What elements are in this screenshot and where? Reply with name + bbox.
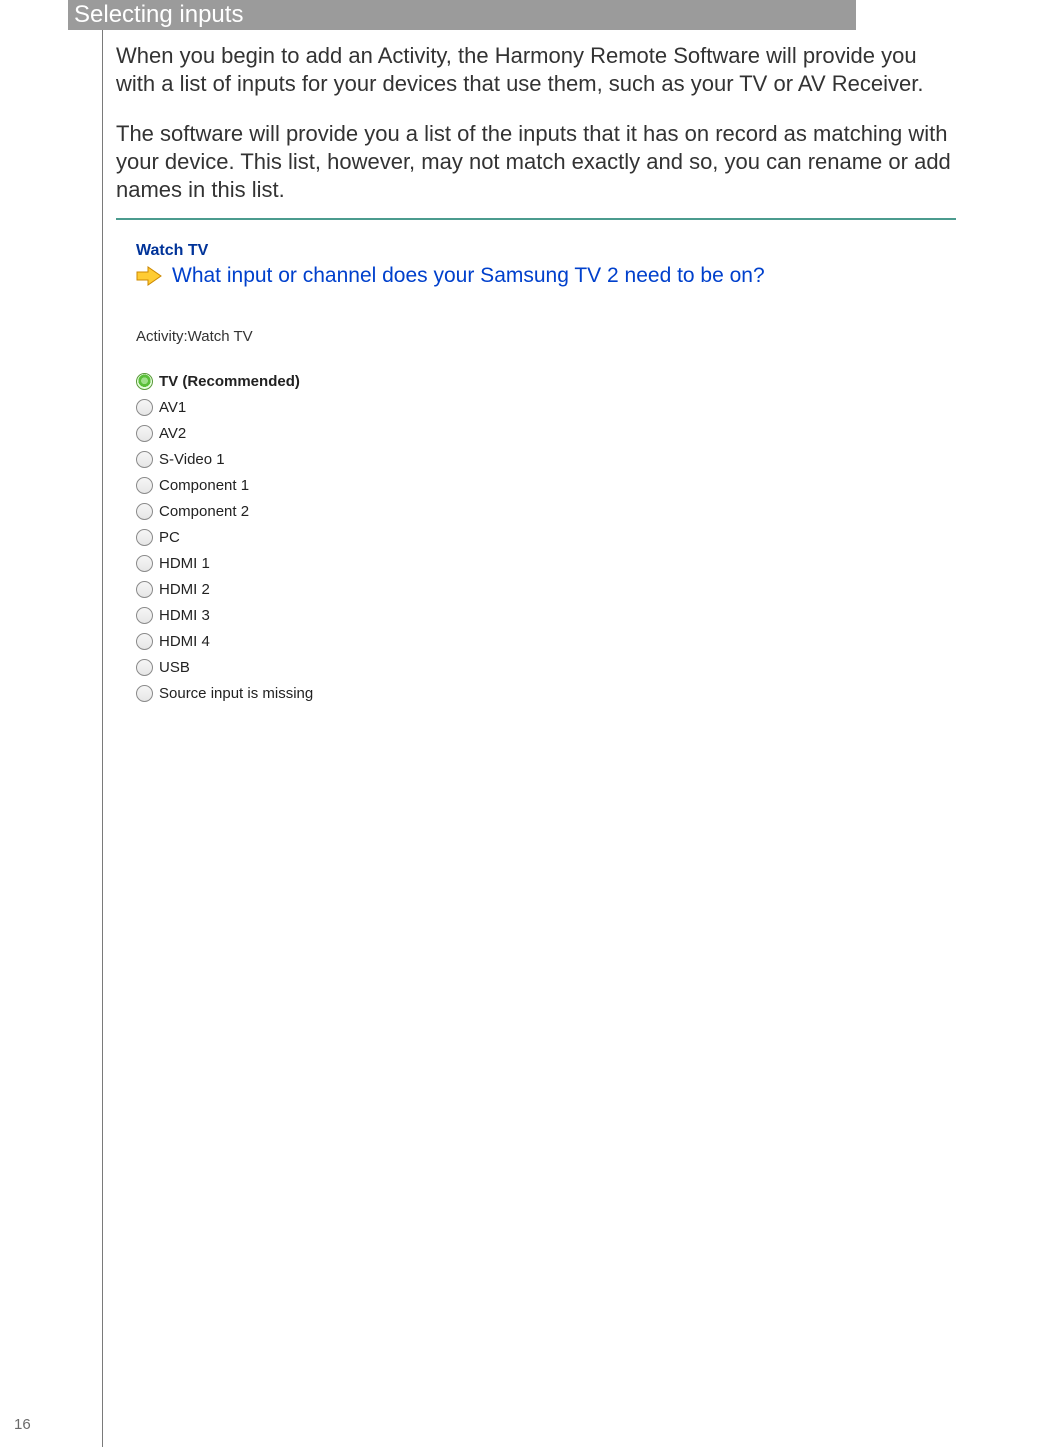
wizard-question: What input or channel does your Samsung … bbox=[172, 264, 765, 288]
intro-paragraph-1: When you begin to add an Activity, the H… bbox=[116, 42, 956, 98]
input-option-label: HDMI 2 bbox=[159, 581, 210, 598]
radio-button-icon[interactable] bbox=[136, 581, 153, 598]
wizard-header: Watch TV What input or channel does your… bbox=[136, 242, 956, 288]
page-number: 16 bbox=[14, 1416, 31, 1433]
input-option-label: S-Video 1 bbox=[159, 451, 225, 468]
input-option-row[interactable]: AV1 bbox=[136, 399, 956, 416]
radio-button-icon[interactable] bbox=[136, 685, 153, 702]
radio-button-icon[interactable] bbox=[136, 633, 153, 650]
radio-button-icon[interactable] bbox=[136, 503, 153, 520]
radio-button-icon[interactable] bbox=[136, 477, 153, 494]
input-options-list: TV (Recommended) AV1 AV2 S-Video 1 Component… bbox=[136, 373, 956, 702]
input-option-row[interactable]: S-Video 1 bbox=[136, 451, 956, 468]
radio-button-icon[interactable] bbox=[136, 659, 153, 676]
question-row: What input or channel does your Samsung … bbox=[136, 264, 956, 288]
section-header-title: Selecting inputs bbox=[74, 0, 243, 30]
input-option-row[interactable]: TV (Recommended) bbox=[136, 373, 956, 390]
input-option-row[interactable]: HDMI 4 bbox=[136, 633, 956, 650]
intro-paragraph-2: The software will provide you a list of … bbox=[116, 120, 956, 204]
input-option-label: HDMI 1 bbox=[159, 555, 210, 572]
input-option-label: Source input is missing bbox=[159, 685, 313, 702]
input-option-label: Component 2 bbox=[159, 503, 249, 520]
input-option-row[interactable]: Component 1 bbox=[136, 477, 956, 494]
input-option-label: HDMI 3 bbox=[159, 607, 210, 624]
input-option-label: Component 1 bbox=[159, 477, 249, 494]
input-option-row[interactable]: Component 2 bbox=[136, 503, 956, 520]
input-option-row[interactable]: AV2 bbox=[136, 425, 956, 442]
input-option-label: TV (Recommended) bbox=[159, 373, 300, 390]
input-option-row[interactable]: Source input is missing bbox=[136, 685, 956, 702]
input-option-label: HDMI 4 bbox=[159, 633, 210, 650]
software-screenshot: Watch TV What input or channel does your… bbox=[116, 218, 956, 711]
input-option-row[interactable]: USB bbox=[136, 659, 956, 676]
input-option-label: USB bbox=[159, 659, 190, 676]
radio-button-icon[interactable] bbox=[136, 555, 153, 572]
radio-button-icon[interactable] bbox=[136, 373, 153, 390]
arrow-right-icon bbox=[136, 265, 162, 287]
input-option-row[interactable]: HDMI 3 bbox=[136, 607, 956, 624]
input-option-label: AV2 bbox=[159, 425, 186, 442]
radio-button-icon[interactable] bbox=[136, 607, 153, 624]
radio-button-icon[interactable] bbox=[136, 529, 153, 546]
input-option-label: AV1 bbox=[159, 399, 186, 416]
input-option-row[interactable]: HDMI 1 bbox=[136, 555, 956, 572]
page: Selecting inputs When you begin to add a… bbox=[0, 0, 1056, 1447]
radio-button-icon[interactable] bbox=[136, 451, 153, 468]
activity-title: Watch TV bbox=[136, 242, 956, 260]
activity-label-line: Activity:Watch TV bbox=[136, 328, 956, 345]
vertical-rule bbox=[102, 0, 103, 1447]
input-option-label: PC bbox=[159, 529, 180, 546]
radio-button-icon[interactable] bbox=[136, 399, 153, 416]
input-option-row[interactable]: HDMI 2 bbox=[136, 581, 956, 598]
input-option-row[interactable]: PC bbox=[136, 529, 956, 546]
radio-button-icon[interactable] bbox=[136, 425, 153, 442]
